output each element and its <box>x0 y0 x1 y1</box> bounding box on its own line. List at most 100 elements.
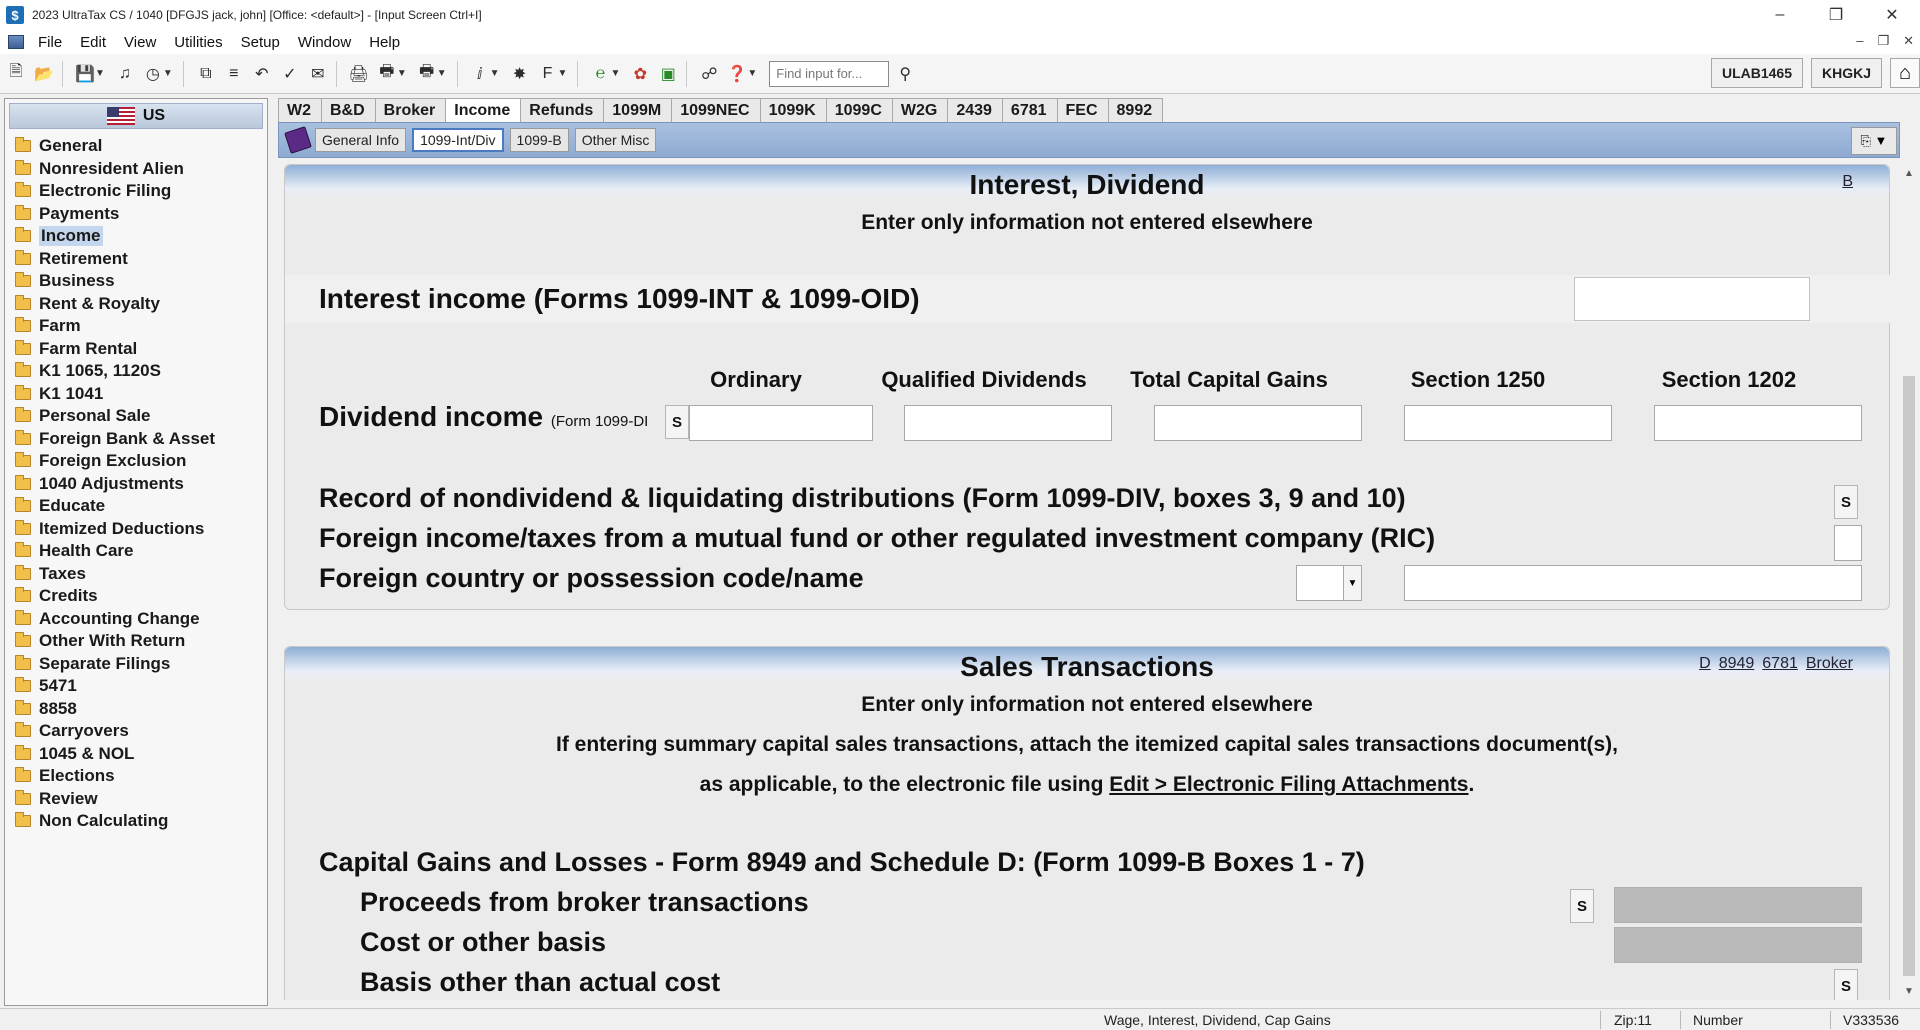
help-icon[interactable]: ❓ <box>725 62 749 86</box>
form-tab[interactable]: B&D <box>321 98 376 122</box>
form-tab[interactable]: 1099NEC <box>671 98 761 122</box>
sidebar-item[interactable]: Foreign Bank & Asset <box>5 428 267 451</box>
forms-dropdown-icon[interactable]: ▼ <box>558 68 568 79</box>
form-tab[interactable]: Broker <box>374 98 447 122</box>
sidebar-item[interactable]: Income <box>5 225 267 248</box>
form-tab[interactable]: W2G <box>891 98 949 122</box>
sidebar-item[interactable]: Other With Return <box>5 630 267 653</box>
home-icon[interactable]: ⌂ <box>1890 58 1920 88</box>
qualified-dividends-field[interactable] <box>904 405 1112 441</box>
print-preview-dropdown-icon[interactable]: ▼ <box>397 68 407 79</box>
sidebar-item[interactable]: Separate Filings <box>5 653 267 676</box>
menu-view[interactable]: View <box>116 34 166 51</box>
ordinary-dividends-field[interactable] <box>689 405 873 441</box>
attach-button[interactable]: ⎘ ▼ <box>1851 127 1897 155</box>
nondividend-s-button[interactable]: S <box>1834 485 1858 519</box>
sidebar-item[interactable]: Credits <box>5 585 267 608</box>
total-capital-gains-field[interactable] <box>1154 405 1362 441</box>
efile-dropdown-icon[interactable]: ▼ <box>610 68 620 79</box>
sidebar-item[interactable]: Business <box>5 270 267 293</box>
sidebar-item[interactable]: 5471 <box>5 675 267 698</box>
print-batch-icon[interactable]: 🖶 <box>415 62 439 86</box>
form-tab[interactable]: 1099K <box>759 98 827 122</box>
sidebar-item[interactable]: K1 1065, 1120S <box>5 360 267 383</box>
close-button[interactable]: ✕ <box>1864 0 1920 30</box>
sidebar-item[interactable]: Rent & Royalty <box>5 293 267 316</box>
sidebar-item[interactable]: Elections <box>5 765 267 788</box>
sidebar-item[interactable]: Nonresident Alien <box>5 158 267 181</box>
proceeds-s-button[interactable]: S <box>1570 889 1594 923</box>
mdi-restore-button[interactable]: ❐ <box>1877 33 1889 49</box>
clock-dropdown-icon[interactable]: ▼ <box>163 68 173 79</box>
menu-help[interactable]: Help <box>361 34 410 51</box>
sidebar-item[interactable]: Carryovers <box>5 720 267 743</box>
sidebar-item[interactable]: General <box>5 135 267 158</box>
menu-file[interactable]: File <box>30 34 72 51</box>
link-8949[interactable]: 8949 <box>1719 655 1755 673</box>
save-icon[interactable]: 💾 <box>73 62 97 86</box>
print-icon[interactable]: 🖨 <box>347 62 371 86</box>
print-preview-icon[interactable]: 🖶 <box>375 62 399 86</box>
sidebar-item[interactable]: Electronic Filing <box>5 180 267 203</box>
list-icon[interactable]: ≡ <box>222 62 246 86</box>
minimize-button[interactable]: – <box>1752 0 1808 30</box>
music-icon[interactable]: ♫ <box>113 62 137 86</box>
network-icon[interactable]: ☍ <box>697 62 721 86</box>
client-id-button[interactable]: KHGKJ <box>1810 58 1882 88</box>
menu-window[interactable]: Window <box>290 34 361 51</box>
form-tab[interactable]: 8992 <box>1107 98 1164 122</box>
bug-icon[interactable]: ✿ <box>628 62 652 86</box>
sidebar-item[interactable]: Farm <box>5 315 267 338</box>
sidebar-item[interactable]: K1 1041 <box>5 383 267 406</box>
foreign-country-code-select[interactable]: ▼ <box>1296 565 1362 601</box>
find-input[interactable]: Find input for... <box>769 60 890 87</box>
document-system-icon[interactable] <box>8 35 24 49</box>
sidebar-item[interactable]: 8858 <box>5 698 267 721</box>
email-icon[interactable]: ✉ <box>306 62 330 86</box>
sidebar-item[interactable]: Personal Sale <box>5 405 267 428</box>
sidebar-item[interactable]: Farm Rental <box>5 338 267 361</box>
copy-icon[interactable]: ⧉ <box>194 62 218 86</box>
form-tab[interactable]: FEC <box>1056 98 1109 122</box>
sidebar-item[interactable]: Review <box>5 788 267 811</box>
export-icon[interactable]: ▣ <box>656 62 680 86</box>
form-tab[interactable]: W2 <box>278 98 322 122</box>
subtab[interactable]: General Info <box>315 128 407 152</box>
link-d[interactable]: D <box>1699 655 1711 673</box>
form-tab[interactable]: 2439 <box>947 98 1003 122</box>
scrollbar-thumb[interactable] <box>1903 376 1915 976</box>
link-broker[interactable]: Broker <box>1806 655 1853 673</box>
sidebar-item[interactable]: Foreign Exclusion <box>5 450 267 473</box>
foreign-ric-checkbox[interactable] <box>1834 525 1862 561</box>
check-icon[interactable]: ✓ <box>278 62 302 86</box>
help-dropdown-icon[interactable]: ▼ <box>747 68 757 79</box>
scroll-down-icon[interactable]: ▼ <box>1900 982 1918 1000</box>
save-dropdown-icon[interactable]: ▼ <box>95 68 105 79</box>
book-icon[interactable] <box>284 126 312 154</box>
subtab[interactable]: 1099-Int/Div <box>412 128 504 152</box>
interest-income-field[interactable] <box>1574 277 1810 321</box>
sidebar-item[interactable]: Accounting Change <box>5 608 267 631</box>
link-b[interactable]: B <box>1842 173 1853 191</box>
new-file-icon[interactable]: 🗎 <box>4 62 28 86</box>
efile-attachments-link[interactable]: Edit > Electronic Filing Attachments <box>1109 773 1468 796</box>
mdi-close-button[interactable]: ✕ <box>1903 33 1914 49</box>
form-tab[interactable]: 1099M <box>603 98 673 122</box>
input-cursor-dropdown-icon[interactable]: ▼ <box>490 68 500 79</box>
form-tab[interactable]: 6781 <box>1001 98 1058 122</box>
mdi-minimize-button[interactable]: – <box>1856 33 1863 49</box>
client-code-button[interactable]: ULAB1465 <box>1710 58 1803 88</box>
sidebar-item[interactable]: Non Calculating <box>5 810 267 833</box>
dividend-s-button[interactable]: S <box>665 405 689 439</box>
form-tab[interactable]: 1099C <box>825 98 893 122</box>
sidebar-header[interactable]: US <box>9 103 263 129</box>
open-folder-icon[interactable]: 📂 <box>32 62 56 86</box>
efile-icon[interactable]: ℮ <box>588 62 612 86</box>
vertical-scrollbar[interactable]: ▲ ▼ <box>1900 164 1918 1000</box>
section-1250-field[interactable] <box>1404 405 1612 441</box>
forms-icon[interactable]: F <box>536 62 560 86</box>
chevron-down-icon[interactable]: ▼ <box>1343 566 1361 600</box>
input-cursor-icon[interactable]: ⅈ <box>468 62 492 86</box>
clock-icon[interactable]: ◷ <box>141 62 165 86</box>
menu-utilities[interactable]: Utilities <box>166 34 232 51</box>
